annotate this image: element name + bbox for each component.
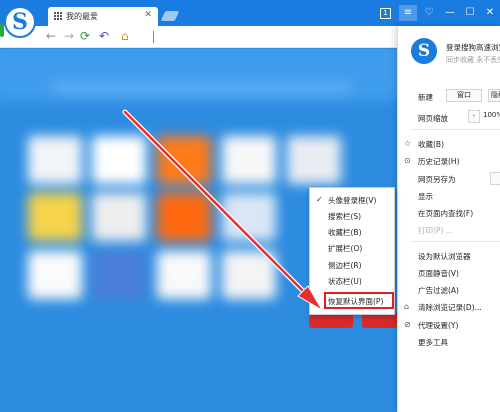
close-window-icon[interactable]: ✕ — [481, 5, 499, 21]
menu-icon[interactable]: ≡ — [399, 5, 417, 21]
avatar-letter: S — [417, 40, 431, 61]
minimize-icon[interactable]: — — [441, 5, 459, 21]
logo-letter: S — [12, 9, 28, 35]
submenu-item-status-bar[interactable]: 状态栏(U) — [328, 276, 362, 287]
sync-hint: 同步收藏 永不丢失 — [446, 56, 500, 64]
submenu-item-favorites-bar[interactable]: 收藏栏(B) — [328, 227, 362, 238]
tab-label: 我的最爱 — [66, 12, 98, 21]
new-label: 新建 — [418, 93, 433, 102]
menu-item-display[interactable]: 显示 — [418, 191, 433, 202]
menu-item-favorites[interactable]: 收藏(B) — [418, 139, 444, 150]
display-submenu: ✓ 头像登录框(V) 搜索栏(S) 收藏栏(B) 扩展栏(O) 侧边栏(R) 状… — [309, 187, 395, 315]
zoom-label: 网页缩放 — [418, 114, 448, 123]
menu-item-proxy[interactable]: 代理设置(Y) — [418, 320, 458, 331]
panel-divider — [410, 129, 500, 130]
zoom-out-button[interactable]: - — [468, 110, 480, 123]
proxy-icon: ⊘ — [404, 320, 411, 329]
red-tab-right — [362, 313, 397, 328]
undo-icon[interactable]: ↶ — [99, 29, 109, 43]
forward-icon[interactable]: → — [64, 29, 74, 43]
refresh-icon[interactable]: ⟳ — [80, 29, 90, 43]
check-icon: ✓ — [316, 195, 323, 204]
menu-item-find[interactable]: 在页面内查找(F) — [418, 208, 473, 219]
submenu-item-sidebar[interactable]: 侧边栏(R) — [328, 260, 362, 271]
toolbar-divider — [153, 31, 154, 43]
home-icon[interactable]: ⌂ — [121, 29, 129, 43]
login-link[interactable]: 登录搜狗高速浏览器 — [446, 42, 500, 53]
grid-icon — [54, 12, 62, 20]
menu-item-mute[interactable]: 页面静音(V) — [418, 268, 459, 279]
red-tab-left — [309, 313, 353, 328]
save-as-dropdown[interactable] — [490, 172, 500, 185]
submenu-item-search-bar[interactable]: 搜索栏(S) — [328, 211, 361, 222]
title-bar: 我的最爱 ✕ 1 ≡ ♡ — ☐ ✕ — [0, 0, 500, 26]
menu-item-more-tools[interactable]: 更多工具 — [418, 337, 448, 348]
submenu-item-restore-default[interactable]: 恢复默认界面(P) — [328, 296, 383, 307]
menu-item-print[interactable]: 打印(P) ... — [418, 225, 453, 236]
close-icon[interactable]: ✕ — [144, 10, 152, 20]
back-icon[interactable]: ← — [46, 29, 56, 43]
new-tab-button[interactable] — [160, 11, 180, 21]
new-window-button[interactable]: 窗口 — [446, 89, 482, 102]
shield-icon[interactable] — [0, 24, 4, 37]
maximize-icon[interactable]: ☐ — [461, 5, 479, 21]
skin-icon[interactable]: ♡ — [420, 5, 438, 21]
menu-item-adblock[interactable]: 广告过滤(A) — [418, 285, 459, 296]
zoom-value: 100% — [483, 111, 500, 119]
history-icon: ⊙ — [404, 156, 411, 165]
browser-logo[interactable]: S — [4, 6, 36, 38]
menu-item-save-as[interactable]: 网页另存为 — [418, 174, 456, 185]
menu-item-default-browser[interactable]: 设为默认浏览器 — [418, 251, 471, 262]
tab-favorites[interactable]: 我的最爱 ✕ — [48, 7, 158, 26]
tab-count-badge[interactable]: 1 — [380, 8, 391, 19]
clear-icon: ⌂ — [404, 302, 410, 311]
star-icon: ☆ — [404, 139, 412, 148]
panel-divider — [410, 241, 500, 242]
main-menu-panel: S 登录搜狗高速浏览器 同步收藏 永不丢失 新建 窗口 隐私窗口 网页缩放 - … — [397, 26, 500, 412]
new-incognito-button[interactable]: 隐私窗口 — [488, 89, 500, 102]
menu-item-clear-history[interactable]: 清除浏览记录(D)... — [418, 302, 482, 313]
submenu-item-avatar-login[interactable]: 头像登录框(V) — [328, 195, 376, 206]
submenu-item-extension-bar[interactable]: 扩展栏(O) — [328, 243, 362, 254]
avatar[interactable]: S — [411, 38, 437, 64]
menu-item-history[interactable]: 历史记录(H) — [418, 156, 460, 167]
